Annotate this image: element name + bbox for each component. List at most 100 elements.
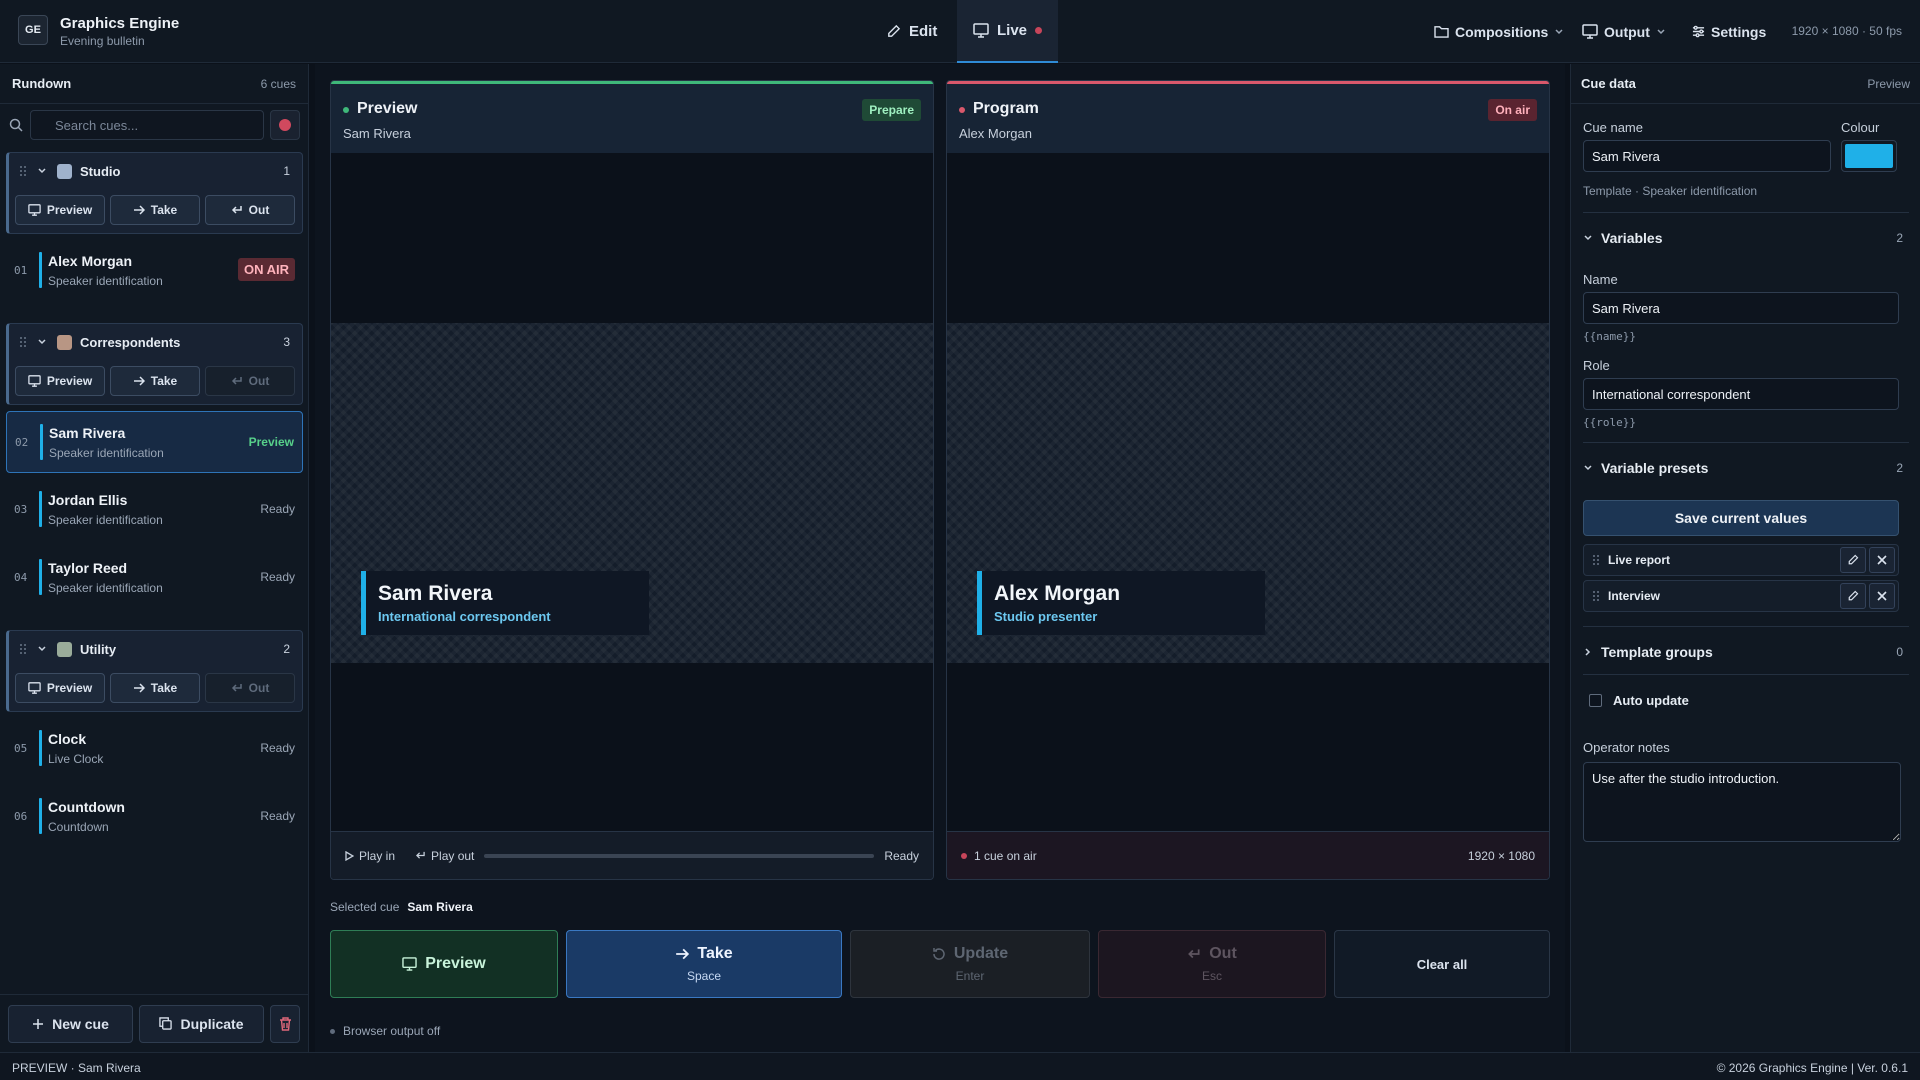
preset-name: Live report xyxy=(1608,553,1671,567)
variable-role-input[interactable] xyxy=(1583,378,1899,410)
drag-handle-icon[interactable] xyxy=(1592,554,1600,566)
clear-all-button[interactable]: Clear all xyxy=(1334,930,1550,998)
presets-section-toggle[interactable]: Variable presets 2 xyxy=(1583,456,1909,480)
template-groups-toggle[interactable]: Template groups 0 xyxy=(1583,640,1909,664)
cue-subtitle: Speaker identification xyxy=(48,513,163,527)
cue-item[interactable]: 01 Alex Morgan Speaker identification ON… xyxy=(6,240,303,302)
group-color-swatch xyxy=(57,163,72,179)
settings-button[interactable]: Settings xyxy=(1692,0,1766,63)
group-preview-button[interactable]: Preview xyxy=(15,366,105,396)
tab-edit-label: Edit xyxy=(909,23,938,40)
group-preview-button[interactable]: Preview xyxy=(15,673,105,703)
preview-action-label: Preview xyxy=(425,955,486,972)
duplicate-button[interactable]: Duplicate xyxy=(139,1004,264,1043)
chevron-down-icon[interactable] xyxy=(37,644,47,654)
play-out-button[interactable]: Play out xyxy=(415,849,474,863)
new-cue-label: New cue xyxy=(52,1015,109,1032)
preset-item[interactable]: Live report xyxy=(1583,544,1899,576)
delete-preset-button[interactable] xyxy=(1869,547,1895,573)
monitor-icon xyxy=(402,957,417,971)
group-take-button[interactable]: Take xyxy=(110,366,200,396)
preview-header: Preview Sam Rivera Prepare xyxy=(331,81,933,153)
cue-name-input[interactable] xyxy=(1583,140,1831,172)
output-menu[interactable]: Output xyxy=(1582,0,1666,63)
copy-icon xyxy=(159,1017,173,1030)
group-buttons: Preview Take Out xyxy=(15,673,295,703)
play-in-button[interactable]: Play in xyxy=(345,849,395,863)
variable-token: {{role}} xyxy=(1583,416,1636,429)
rundown-panel: Rundown 6 cues Studio 1 Preview Take Out… xyxy=(0,64,309,1052)
cue-item[interactable]: 03 Jordan Ellis Speaker identification R… xyxy=(6,479,303,541)
preview-monitor: Preview Sam Rivera Prepare Sam Rivera In… xyxy=(330,80,934,880)
edit-preset-button[interactable] xyxy=(1840,547,1866,573)
button-label: Take xyxy=(150,374,178,388)
play-out-label: Play out xyxy=(431,848,475,863)
chevron-down-icon[interactable] xyxy=(37,337,47,347)
resolution-label: 1920 × 1080 · 50 fps xyxy=(1791,24,1902,38)
drag-handle-icon[interactable] xyxy=(19,165,27,177)
drag-handle-icon[interactable] xyxy=(19,643,27,655)
program-monitor: Program Alex Morgan On air Alex Morgan S… xyxy=(946,80,1550,880)
cue-item[interactable]: 05 Clock Live Clock Ready xyxy=(6,718,303,780)
group-take-button[interactable]: Take xyxy=(110,673,200,703)
chevron-down-icon[interactable] xyxy=(37,166,47,176)
cue-number: 04 xyxy=(14,571,28,584)
group-header[interactable]: Studio 1 xyxy=(9,153,302,189)
preview-action-button[interactable]: Preview xyxy=(330,930,558,998)
group-header[interactable]: Correspondents 3 xyxy=(9,324,302,360)
cue-item[interactable]: 06 Countdown Countdown Ready xyxy=(6,786,303,848)
delete-button[interactable] xyxy=(270,1004,300,1043)
chevron-down-icon xyxy=(1656,27,1666,37)
monitor-icon xyxy=(28,375,41,387)
group-buttons: Preview Take Out xyxy=(15,366,295,396)
tab-edit[interactable]: Edit xyxy=(870,0,953,63)
cue-item-selected[interactable]: 02 Sam Rivera Speaker identification Pre… xyxy=(6,411,303,473)
group-preview-button[interactable]: Preview xyxy=(15,195,105,225)
group-out-button[interactable]: Out xyxy=(205,366,295,396)
rundown-title: Rundown xyxy=(12,76,72,91)
search-input[interactable] xyxy=(55,117,255,133)
group-take-button[interactable]: Take xyxy=(110,195,200,225)
edit-preset-button[interactable] xyxy=(1840,583,1866,609)
drag-handle-icon[interactable] xyxy=(1592,590,1600,602)
chevron-down-icon xyxy=(1554,27,1564,37)
out-action-button[interactable]: Out Esc xyxy=(1098,930,1326,998)
drag-handle-icon[interactable] xyxy=(19,336,27,348)
variable-name-input[interactable] xyxy=(1583,292,1899,324)
group-header[interactable]: Utility 2 xyxy=(9,631,302,667)
record-filter-button[interactable] xyxy=(270,110,300,140)
preview-footer: Play in Play out Ready xyxy=(331,831,933,879)
new-cue-button[interactable]: New cue xyxy=(8,1004,133,1043)
cue-number: 01 xyxy=(14,264,28,277)
cue-title: Alex Morgan xyxy=(48,253,133,269)
status-left: PREVIEW · Sam Rivera xyxy=(12,1061,141,1075)
browser-output-status: Browser output off xyxy=(330,1024,440,1038)
divider xyxy=(1583,212,1909,213)
colour-picker[interactable] xyxy=(1841,140,1897,172)
playback-progress-bar[interactable] xyxy=(484,853,875,858)
preview-state: Ready xyxy=(884,848,919,863)
cue-number: 05 xyxy=(14,742,28,755)
group-out-button[interactable]: Out xyxy=(205,195,295,225)
cue-color-bar xyxy=(39,491,42,527)
group-out-button[interactable]: Out xyxy=(205,673,295,703)
group-name: Correspondents xyxy=(80,334,181,350)
variables-section-toggle[interactable]: Variables 2 xyxy=(1583,226,1909,250)
operator-notes-textarea[interactable]: Use after the studio introduction. xyxy=(1583,762,1901,842)
group-buttons: Preview Take Out xyxy=(15,195,295,225)
preset-item[interactable]: Interview xyxy=(1583,580,1899,612)
preview-canvas: Sam Rivera International correspondent xyxy=(331,153,933,833)
tab-live[interactable]: Live xyxy=(957,0,1059,63)
cue-status: Preview xyxy=(248,435,294,449)
compositions-menu[interactable]: Compositions xyxy=(1434,0,1564,63)
take-action-button[interactable]: Take Space xyxy=(566,930,842,998)
delete-preset-button[interactable] xyxy=(1869,583,1895,609)
auto-update-checkbox[interactable] xyxy=(1589,694,1602,707)
cue-subtitle: Speaker identification xyxy=(49,446,164,460)
rundown-header: Rundown 6 cues xyxy=(0,64,308,104)
pencil-icon xyxy=(1847,554,1859,566)
app-subtitle: Evening bulletin xyxy=(60,34,145,48)
save-current-values-button[interactable]: Save current values xyxy=(1583,500,1899,536)
update-action-button[interactable]: Update Enter xyxy=(850,930,1090,998)
cue-item[interactable]: 04 Taylor Reed Speaker identification Re… xyxy=(6,547,303,609)
